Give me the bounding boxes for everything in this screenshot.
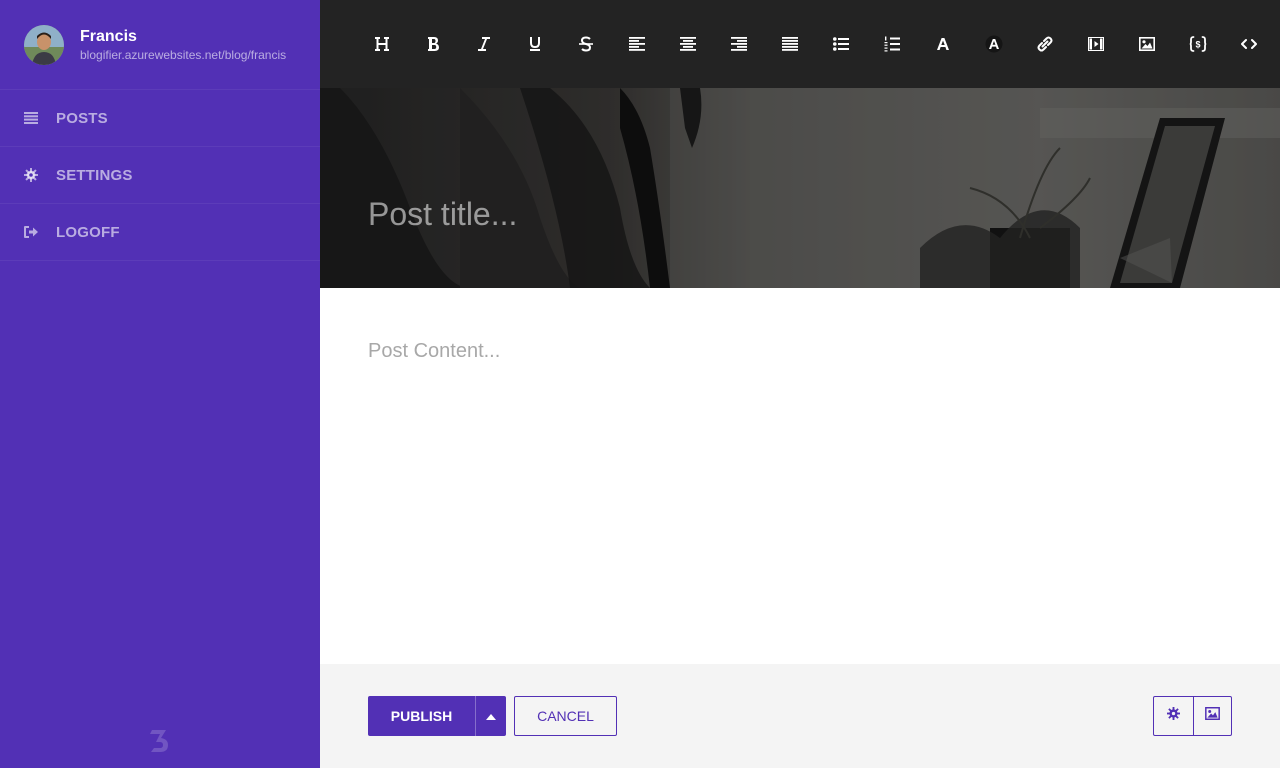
bold-button[interactable] xyxy=(407,24,458,64)
gear-icon xyxy=(24,168,38,182)
italic-button[interactable] xyxy=(458,24,509,64)
source-code-button[interactable] xyxy=(1223,24,1274,64)
nav-item-settings[interactable]: SETTINGS xyxy=(0,147,320,204)
text-color-icon xyxy=(936,38,949,50)
cover-image[interactable]: Post title... xyxy=(320,88,1280,288)
post-content-placeholder: Post Content... xyxy=(368,340,501,362)
post-settings-button[interactable] xyxy=(1154,697,1193,735)
nav-label-posts: POSTS xyxy=(56,109,108,127)
video-icon xyxy=(1087,37,1104,51)
sidebar: Francis blogifier.azurewebsites.net/blog… xyxy=(0,0,320,768)
link-icon xyxy=(1037,36,1053,52)
caret-up-icon xyxy=(486,707,496,725)
underline-button[interactable] xyxy=(509,24,560,64)
profile-url: blogifier.azurewebsites.net/blog/francis xyxy=(80,47,287,62)
list-icon xyxy=(24,111,38,125)
publish-button[interactable]: PUBLISH xyxy=(368,696,475,736)
image-icon xyxy=(1204,707,1220,725)
align-left-icon xyxy=(628,37,645,51)
bullet-list-icon xyxy=(832,37,849,51)
svg-text:$: $ xyxy=(1195,40,1200,50)
publish-options-button[interactable] xyxy=(475,696,506,736)
editor-toolbar: $ xyxy=(320,0,1280,88)
gear-icon xyxy=(1166,707,1180,725)
avatar[interactable] xyxy=(24,24,64,65)
align-center-button[interactable] xyxy=(662,24,713,64)
strikethrough-button[interactable] xyxy=(560,24,611,64)
align-justify-icon xyxy=(781,37,798,51)
editor-footer: PUBLISH CANCEL xyxy=(320,664,1280,768)
profile: Francis blogifier.azurewebsites.net/blog… xyxy=(0,0,320,90)
blogifier-logo-icon xyxy=(148,728,172,754)
nav-label-logoff: LOGOFF xyxy=(56,223,120,241)
code-block-button[interactable]: $ xyxy=(1172,24,1223,64)
nav-item-posts[interactable]: POSTS xyxy=(0,90,320,147)
align-center-icon xyxy=(679,37,696,51)
cancel-button[interactable]: CANCEL xyxy=(514,696,617,736)
align-justify-button[interactable] xyxy=(764,24,815,64)
image-icon xyxy=(1138,37,1155,51)
align-right-icon xyxy=(730,37,747,51)
post-title-input[interactable]: Post title... xyxy=(368,196,517,233)
highlight-color-button[interactable] xyxy=(968,24,1019,64)
align-right-button[interactable] xyxy=(713,24,764,64)
bold-icon xyxy=(426,36,440,52)
highlight-color-icon xyxy=(985,35,1003,53)
code-icon: $ xyxy=(1189,36,1207,52)
cover-photo xyxy=(320,88,1280,288)
post-options-group xyxy=(1153,696,1232,736)
align-left-button[interactable] xyxy=(611,24,662,64)
cover-image-button[interactable] xyxy=(1192,697,1232,735)
numbered-list-icon xyxy=(884,36,900,52)
image-button[interactable] xyxy=(1121,24,1172,64)
sign-out-icon xyxy=(24,225,38,239)
heading-button[interactable] xyxy=(356,24,407,64)
bullet-list-button[interactable] xyxy=(815,24,866,64)
source-icon xyxy=(1240,38,1257,50)
nav-label-settings: SETTINGS xyxy=(56,166,133,184)
video-button[interactable] xyxy=(1070,24,1121,64)
numbered-list-button[interactable] xyxy=(866,24,917,64)
nav-item-logoff[interactable]: LOGOFF xyxy=(0,204,320,261)
profile-name: Francis xyxy=(80,27,137,45)
heading-icon xyxy=(374,36,390,52)
strikethrough-icon xyxy=(578,36,593,52)
post-content-editor[interactable]: Post Content... xyxy=(320,288,1280,664)
italic-icon xyxy=(477,36,491,52)
text-color-button[interactable] xyxy=(917,24,968,64)
underline-icon xyxy=(528,36,542,52)
link-button[interactable] xyxy=(1019,24,1070,64)
